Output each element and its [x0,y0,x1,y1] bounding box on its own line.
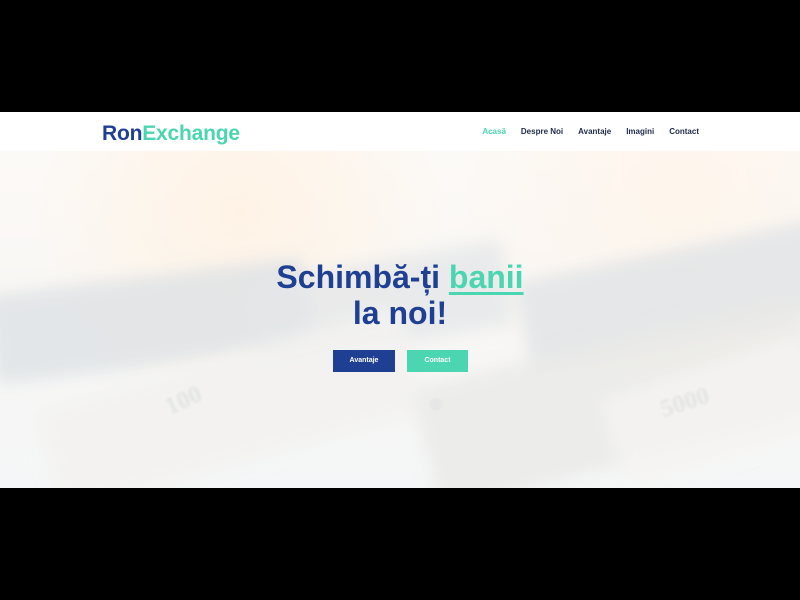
nav-item-acasa[interactable]: Acasă [482,126,506,138]
contact-button[interactable]: Contact [407,350,468,372]
hero-title-highlight: banii [448,259,524,295]
landing-page: RonExchange Acasă Despre Noi Avantaje Im… [0,112,800,488]
site-header: RonExchange Acasă Despre Noi Avantaje Im… [0,112,800,151]
ronexchange-logo[interactable]: RonExchange [102,120,240,148]
hero-title-line-two: la noi! [352,295,448,331]
hero-title: Schimbă-ți banii la noi! [0,259,800,331]
nav-item-contact[interactable]: Contact [669,126,699,138]
nav-item-imagini[interactable]: Imagini [626,126,654,138]
nav-item-avantaje[interactable]: Avantaje [578,126,611,138]
hero-section: 100 5000 ◎ Schimbă-ți banii la noi! Avan… [0,151,800,488]
hero-title-line-one: Schimbă-ți banii [0,259,800,295]
logo-accent-text: Exchange [142,122,240,145]
logo-primary-text: Ron [102,122,143,145]
hero-title-text: Schimbă-ți [276,259,440,295]
nav-item-despre-noi[interactable]: Despre Noi [521,126,563,138]
main-navigation: Acasă Despre Noi Avantaje Imagini Contac… [482,126,699,138]
avantaje-button[interactable]: Avantaje [333,350,395,372]
